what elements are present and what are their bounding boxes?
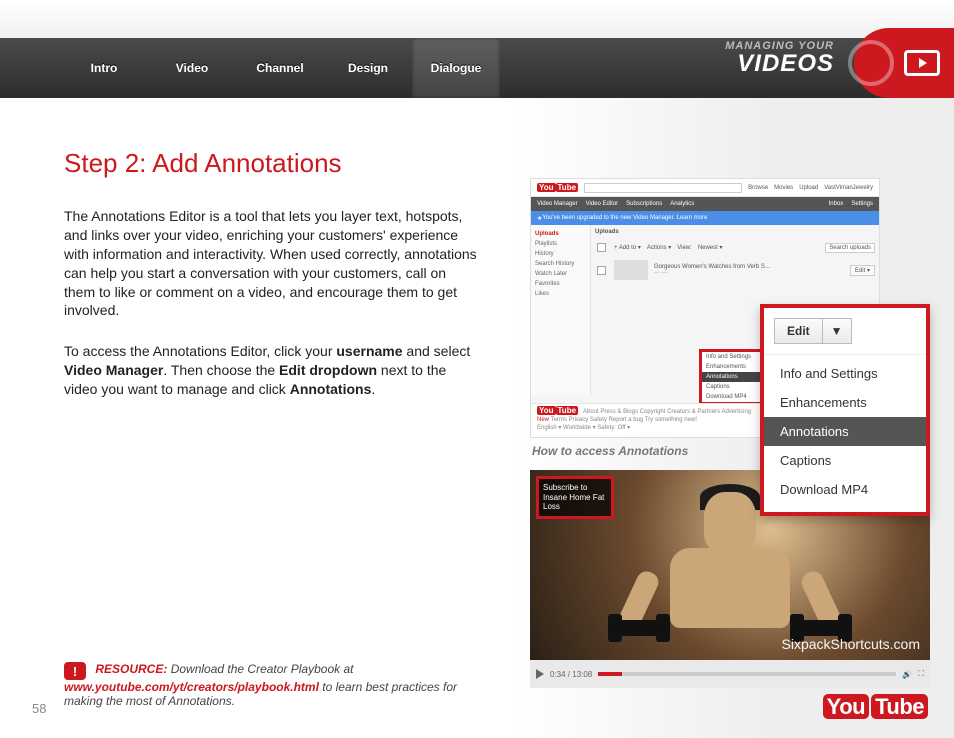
- edit-menu: Info and Settings Enhancements Annotatio…: [764, 354, 926, 512]
- screenshot-caption: How to access Annotations: [532, 444, 688, 458]
- nav-settings[interactable]: Settings: [851, 201, 873, 207]
- top-link-browse[interactable]: Browse: [748, 185, 768, 191]
- sidebar-watch-later[interactable]: Watch Later: [535, 269, 586, 279]
- search-uploads-input[interactable]: Search uploads: [825, 243, 875, 253]
- edit-dropdown-popout: Edit ▼ Info and Settings Enhancements An…: [760, 304, 930, 516]
- fullscreen-icon[interactable]: ⛶: [918, 669, 924, 679]
- resource-label: RESOURCE:: [95, 662, 167, 676]
- page-number: 58: [32, 701, 46, 716]
- edit-button-label: Edit: [775, 319, 822, 343]
- nav-analytics[interactable]: Analytics: [670, 201, 694, 207]
- volume-icon[interactable]: 🔊: [902, 670, 912, 679]
- mini-dropdown-highlight: Info and Settings Enhancements Annotatio…: [699, 349, 769, 405]
- upgrade-banner: ★ You've been upgraded to the new Video …: [531, 211, 879, 225]
- nav-video-manager[interactable]: Video Manager: [537, 201, 578, 207]
- add-to-button[interactable]: + Add to ▾: [614, 244, 641, 251]
- edit-button[interactable]: Edit ▼: [774, 318, 852, 344]
- play-icon: [904, 50, 940, 76]
- sidebar-search-history[interactable]: Search History: [535, 259, 586, 269]
- uploads-heading: Uploads: [595, 229, 875, 235]
- video-watermark: SixpackShortcuts.com: [782, 636, 921, 652]
- view-label: View:: [677, 245, 692, 251]
- sidebar: Uploads Playlists History Search History…: [531, 225, 591, 395]
- sidebar-favorites[interactable]: Favorites: [535, 279, 586, 289]
- select-all-checkbox[interactable]: [597, 243, 606, 252]
- menu-download-mp4[interactable]: Download MP4: [764, 475, 926, 504]
- sort-newest[interactable]: Newest ▾: [698, 244, 723, 251]
- menu-captions[interactable]: Captions: [764, 446, 926, 475]
- content-column: Step 2: Add Annotations The Annotations …: [0, 98, 510, 738]
- resource-url[interactable]: www.youtube.com/yt/creators/playbook.htm…: [64, 680, 319, 694]
- top-link-movies[interactable]: Movies: [774, 185, 793, 191]
- tab-channel[interactable]: Channel: [236, 38, 324, 98]
- nav-subscriptions[interactable]: Subscriptions: [626, 201, 662, 207]
- nav-inbox[interactable]: Inbox: [829, 201, 844, 207]
- header-main-title: VIDEOS: [725, 50, 834, 78]
- search-input[interactable]: [584, 183, 742, 193]
- resource-callout: ! RESOURCE: Download the Creator Playboo…: [64, 662, 484, 709]
- progress-bar[interactable]: [598, 672, 896, 676]
- nav-video-editor[interactable]: Video Editor: [586, 201, 619, 207]
- account-name[interactable]: VastVimanJewelry: [824, 185, 873, 191]
- header-badge: [854, 28, 954, 98]
- actions-button[interactable]: Actions ▾: [647, 244, 671, 251]
- sidebar-playlists[interactable]: Playlists: [535, 239, 586, 249]
- youtube-logo-icon: YouTube: [537, 183, 578, 192]
- video-thumbnail[interactable]: [614, 260, 648, 280]
- tab-dialogue[interactable]: Dialogue: [412, 38, 500, 98]
- sidebar-likes[interactable]: Likes: [535, 289, 586, 299]
- play-icon[interactable]: [536, 669, 544, 679]
- sidebar-history[interactable]: History: [535, 249, 586, 259]
- top-link-upload[interactable]: Upload: [799, 185, 818, 191]
- menu-info-settings[interactable]: Info and Settings: [764, 359, 926, 388]
- player-controls: 0:34 / 13:08 🔊 ⛶: [530, 660, 930, 688]
- time-display: 0:34 / 13:08: [550, 670, 592, 679]
- paragraph-2: To access the Annotations Editor, click …: [64, 342, 480, 399]
- menu-enhancements[interactable]: Enhancements: [764, 388, 926, 417]
- page-header: Intro Video Channel Design Dialogue MANA…: [0, 0, 954, 98]
- tab-design[interactable]: Design: [324, 38, 412, 98]
- annotation-overlay[interactable]: Subscribe to Insane Home Fat Loss: [536, 476, 614, 519]
- menu-annotations[interactable]: Annotations: [764, 417, 926, 446]
- alert-icon: !: [64, 662, 86, 680]
- tab-video[interactable]: Video: [148, 38, 236, 98]
- paragraph-1: The Annotations Editor is a tool that le…: [64, 207, 480, 320]
- header-title: MANAGING YOUR VIDEOS: [725, 40, 834, 78]
- row-checkbox[interactable]: [597, 265, 606, 274]
- chevron-down-icon: ▼: [822, 319, 851, 343]
- tab-intro[interactable]: Intro: [60, 38, 148, 98]
- illustration-column: YouTube Browse Movies Upload VastVimanJe…: [510, 98, 954, 738]
- page-heading: Step 2: Add Annotations: [64, 148, 480, 179]
- sidebar-uploads[interactable]: Uploads: [535, 229, 586, 239]
- youtube-logo: YouTube: [821, 694, 928, 720]
- edit-dropdown-button[interactable]: Edit ▾: [850, 265, 875, 276]
